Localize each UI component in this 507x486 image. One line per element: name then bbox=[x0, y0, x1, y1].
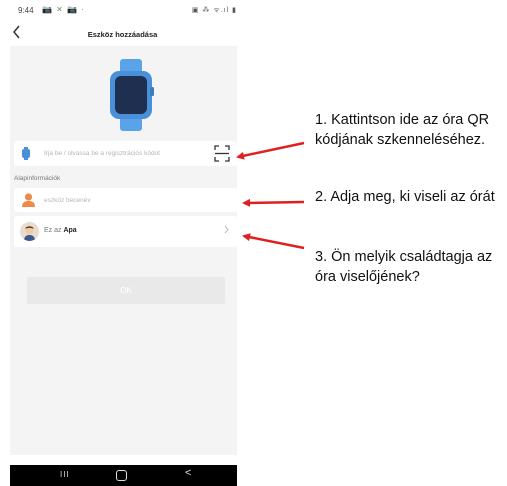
annotation-step-3: 3. Ön melyik családtagja az óra viselőjé… bbox=[315, 249, 493, 285]
annotation-arrows bbox=[236, 141, 305, 250]
annotation-step-1: 1. Kattintson ide az óra QR kódjának szk… bbox=[315, 112, 490, 148]
arrow-to-relationship bbox=[242, 233, 305, 250]
arrow-to-scan bbox=[236, 141, 305, 160]
arrow-to-nickname bbox=[242, 198, 305, 207]
annotation-step-2: 2. Adja meg, ki viseli az órát bbox=[315, 189, 495, 205]
